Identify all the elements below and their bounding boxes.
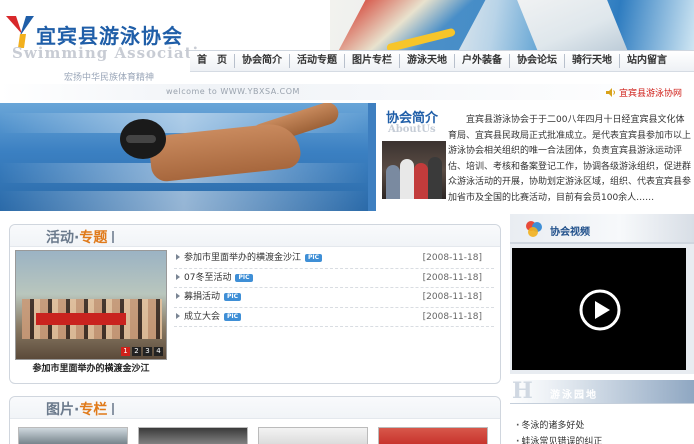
video-title[interactable]: 协会视频 [550,223,590,238]
list-item-date: [2008-11-18] [422,292,482,302]
swim-garden-title[interactable]: 游泳园地 [550,386,598,401]
swim-garden-section: H 游泳园地 冬泳的诸多好处 蛙泳常见错误的纠正 [510,378,694,444]
picture-thumbnail[interactable] [258,427,368,444]
nav-item-forum[interactable]: 协会论坛 [509,54,564,68]
pictures-title-main: 图片· [46,402,80,418]
list-item-title: 07冬至活动 [184,272,232,283]
video-player[interactable] [512,248,686,370]
hero-divider [368,103,376,211]
pictures-title-accent: 专栏 [79,402,108,418]
about-heading-english: AboutUs [388,124,436,135]
list-item[interactable]: 07冬至活动 PIC [2008-11-18] [174,269,494,288]
list-item[interactable]: 参加市里面举办的横渡金沙江 PIC [2008-11-18] [174,249,494,269]
hero-swimmer-image [0,103,368,211]
pager-button[interactable]: 2 [132,347,141,356]
picture-thumbnail[interactable] [138,427,248,444]
picture-thumbnail[interactable] [18,427,128,444]
pictures-title[interactable]: 图片·专栏 [46,399,115,419]
marquee-notice[interactable]: 宜宾县游泳协网 [606,86,682,99]
pictures-header: 图片·专栏 [10,397,500,419]
play-icon[interactable] [578,288,622,332]
activity-slideshow-image[interactable]: 1 2 3 4 [15,250,167,360]
pic-badge: PIC [224,312,242,321]
pic-badge: PIC [224,293,242,301]
site-header: 宜宾县游泳协会 Swimming Association 宏扬中华民族体育精神 … [0,0,694,100]
nav-item-activities[interactable]: 活动专题 [289,54,344,68]
speaker-icon [606,88,615,97]
pager-button[interactable]: 4 [154,347,163,356]
nav-item-guestbook[interactable]: 站内留言 [619,54,674,68]
list-item-date: [2008-11-18] [422,272,482,283]
activity-header: 活动·专题 [10,225,500,247]
list-item-title: 成立大会 [184,311,221,322]
main-nav: 首 页 协会简介 活动专题 图片专栏 游泳天地 户外装备 协会论坛 骑行天地 站… [190,50,694,72]
pic-badge: PIC [305,254,323,262]
activity-list: 参加市里面举办的横渡金沙江 PIC [2008-11-18] 07冬至活动 PIC … [174,249,494,327]
list-item-title: 参加市里面举办的横渡金沙江 [184,253,302,263]
nav-item-pictures[interactable]: 图片专栏 [344,54,399,68]
video-icon [526,221,542,237]
welcome-bar: welcome to WWW.YBXSA.COM 宜宾县游泳协网 [0,84,694,100]
header-banner-image [330,0,694,50]
pager-button[interactable]: 3 [143,347,152,356]
list-item[interactable]: 冬泳的诸多好处 [516,418,584,431]
nav-item-outdoor-gear[interactable]: 户外装备 [454,54,509,68]
list-item[interactable]: 募捐活动 PIC [2008-11-18] [174,288,494,308]
arrow-icon [176,273,180,280]
arrow-icon [176,312,180,319]
list-item[interactable]: 蛙泳常见错误的纠正 [516,434,602,444]
nav-item-home[interactable]: 首 页 [190,54,234,68]
activity-title[interactable]: 活动·专题 [46,227,115,247]
swim-garden-letter: H [512,378,533,404]
list-item[interactable]: 成立大会 PIC [2008-11-18] [174,308,494,327]
list-item-date: [2008-11-18] [422,253,482,263]
pager-button[interactable]: 1 [121,347,130,356]
arrow-icon [176,293,180,299]
arrow-icon [176,254,180,260]
about-group-photo[interactable] [382,141,446,199]
site-slogan: 宏扬中华民族体育精神 [64,73,155,83]
activity-title-accent: 专题 [79,230,108,246]
pic-badge: PIC [235,273,253,282]
about-section: 协会简介 AboutUs 宜宾县游泳协会于于二00八年四月十日经宜宾县文化体育局… [378,103,694,211]
list-item-date: [2008-11-18] [422,311,482,322]
video-panel: 协会视频 [510,214,694,374]
slideshow-pager: 1 2 3 4 [121,347,163,356]
picture-thumbnail[interactable] [378,427,488,444]
swim-garden-header: H 游泳园地 [510,378,694,404]
nav-item-cycling[interactable]: 骑行天地 [564,54,619,68]
about-text: 宜宾县游泳协会于于二00八年四月十日经宜宾县文化体育局、宜宾县民政局正式批准成立… [448,115,692,203]
nav-item-swimming[interactable]: 游泳天地 [399,54,454,68]
video-header: 协会视频 [510,214,694,244]
list-item-title: 募捐活动 [184,292,221,302]
welcome-text: welcome to WWW.YBXSA.COM [166,87,300,96]
marquee-text: 宜宾县游泳协网 [619,89,683,99]
activity-section: 活动·专题 1 2 3 4 参加市里面举办的横渡金沙江 参加市里面举办的横渡金沙… [9,224,501,384]
pictures-section: 图片·专栏 [9,396,501,444]
slideshow-caption[interactable]: 参加市里面举办的横渡金沙江 [15,361,167,374]
nav-item-about[interactable]: 协会简介 [234,54,289,68]
activity-title-main: 活动· [46,230,80,246]
